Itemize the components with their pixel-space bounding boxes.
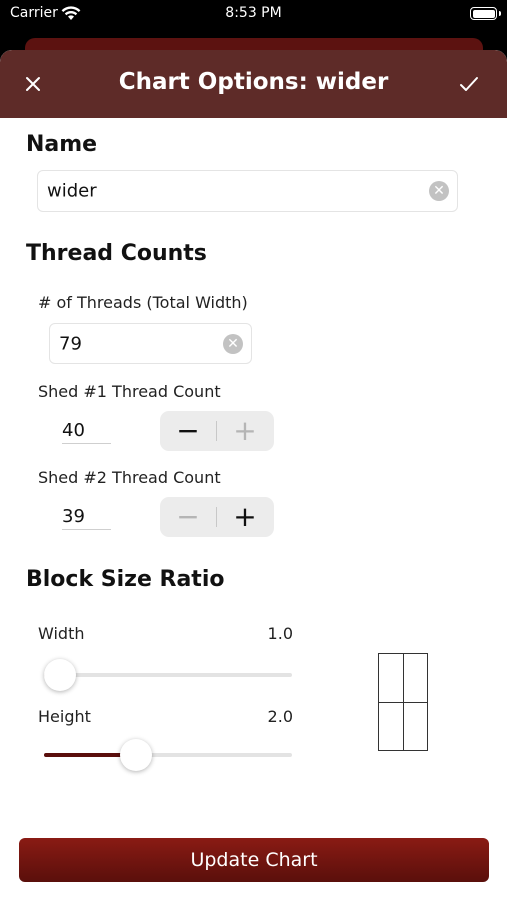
- width-slider-thumb[interactable]: [44, 659, 76, 691]
- shed2-count-input[interactable]: 39: [62, 506, 111, 530]
- close-icon[interactable]: [22, 73, 44, 95]
- clear-name-icon[interactable]: ✕: [429, 181, 449, 201]
- update-chart-button[interactable]: Update Chart: [19, 838, 489, 882]
- shed2-label: Shed #2 Thread Count: [38, 468, 221, 487]
- block-size-ratio-header: Block Size Ratio: [26, 567, 225, 592]
- name-field[interactable]: wider ✕: [37, 170, 458, 212]
- height-slider-thumb[interactable]: [119, 739, 152, 771]
- total-threads-value: 79: [59, 333, 82, 354]
- width-value: 1.0: [267, 624, 293, 643]
- shed1-stepper: − +: [160, 411, 274, 451]
- clear-total-threads-icon[interactable]: ✕: [223, 333, 243, 354]
- nav-title: Chart Options: wider: [118, 69, 389, 95]
- height-label: Height: [38, 707, 91, 726]
- total-threads-label: # of Threads (Total Width): [38, 293, 248, 312]
- shed2-stepper: − +: [160, 497, 274, 537]
- height-slider-track[interactable]: [44, 753, 292, 757]
- thread-counts-header: Thread Counts: [26, 241, 207, 266]
- name-section-header: Name: [26, 132, 98, 157]
- shed1-count-input[interactable]: 40: [62, 420, 111, 444]
- checkmark-icon[interactable]: [457, 72, 481, 96]
- shed1-increment-button[interactable]: +: [217, 411, 273, 451]
- shed2-increment-button[interactable]: +: [217, 497, 273, 537]
- shed1-label: Shed #1 Thread Count: [38, 382, 221, 401]
- width-slider-track[interactable]: [44, 673, 292, 677]
- shed1-decrement-button[interactable]: −: [160, 411, 216, 451]
- block-ratio-preview: [378, 653, 428, 751]
- height-value: 2.0: [267, 707, 293, 726]
- status-time: 8:53 PM: [225, 5, 282, 21]
- width-label: Width: [38, 624, 85, 643]
- shed2-decrement-button[interactable]: −: [160, 497, 216, 537]
- battery-icon: [470, 7, 501, 20]
- name-field-value: wider: [47, 180, 97, 202]
- chart-options-sheet: Chart Options: wider Name wider ✕ Thread…: [0, 50, 507, 900]
- total-threads-field[interactable]: 79 ✕: [49, 323, 252, 364]
- status-bar: Carrier 8:53 PM: [0, 0, 507, 30]
- preview-horizontal-line: [379, 702, 427, 703]
- nav-bar: Chart Options: wider: [0, 50, 507, 118]
